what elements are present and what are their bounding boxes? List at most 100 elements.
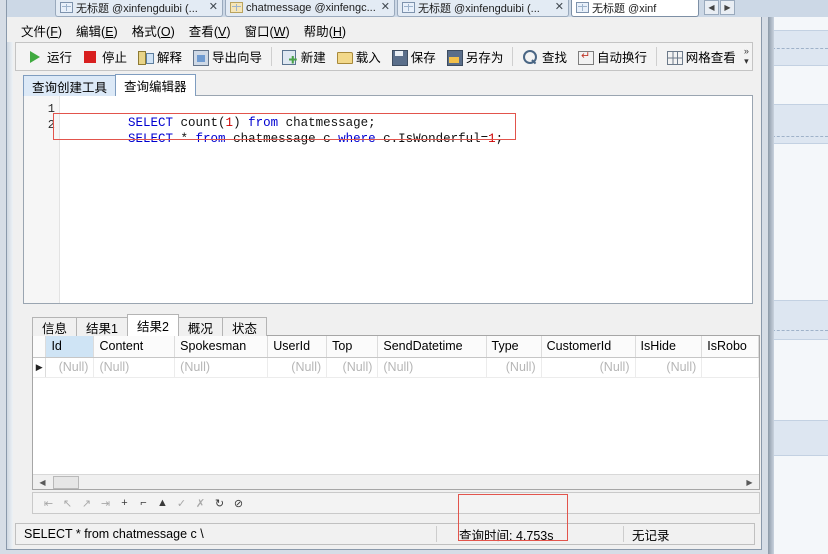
record-navigation-toolbar: ⇤ ↖ ↗ ⇥ + ⌐ ▲ ✓ ✗ ↻ ⊘ [32, 492, 760, 514]
load-icon [336, 49, 353, 65]
query-editor-window: 无标题 @xinfengduibi (... ✕ chatmessage @xi… [6, 0, 828, 550]
cell-spokesman[interactable]: (Null) [174, 357, 269, 378]
main-toolbar: 运行 停止 解释 导出向导 新建 载入 保存 另存为 查找 ↵ 自动换行 网格查… [15, 42, 753, 71]
toolbar-separator [656, 47, 657, 66]
find-button[interactable]: 查找 [517, 44, 572, 69]
cell-top[interactable]: (Null) [326, 357, 379, 378]
sql-code-line-2[interactable]: SELECT * from chatmessage c where c.IsWo… [68, 118, 503, 160]
close-icon[interactable]: ✕ [381, 2, 390, 13]
close-icon[interactable]: ✕ [209, 2, 218, 13]
cell-userid[interactable]: (Null) [267, 357, 328, 378]
scroll-left-arrow-icon[interactable]: ◀ [35, 475, 50, 489]
column-header-customerid[interactable]: CustomerId [541, 336, 636, 358]
stop-button[interactable]: 停止 [77, 44, 132, 69]
column-header-ishide[interactable]: IsHide [635, 336, 703, 358]
result-tab-status[interactable]: 状态 [221, 317, 267, 336]
line-number: 1 [47, 102, 55, 116]
toolbar-overflow-button[interactable]: » ▾ [741, 43, 752, 70]
column-header-top[interactable]: Top [326, 336, 379, 358]
load-button[interactable]: 载入 [331, 44, 386, 69]
menu-file[interactable]: 文件(F) [21, 19, 71, 42]
column-header-type[interactable]: Type [486, 336, 542, 358]
run-button[interactable]: 运行 [22, 44, 77, 69]
stop-button-label: 停止 [102, 51, 128, 65]
first-record-icon[interactable]: ⇤ [39, 494, 58, 512]
table-header-row: Id Content Spokesman UserId Top SendDate… [33, 336, 759, 358]
result-table: Id Content Spokesman UserId Top SendDate… [33, 336, 759, 378]
cell-customerid[interactable]: (Null) [541, 357, 636, 378]
menu-help[interactable]: 帮助(H) [304, 19, 355, 42]
cell-isrobot[interactable] [701, 357, 759, 378]
column-header-id[interactable]: Id [45, 336, 95, 358]
menu-edit[interactable]: 编辑(E) [76, 19, 127, 42]
tab-query-editor[interactable]: 查询编辑器 [115, 74, 196, 96]
scroll-right-arrow-icon[interactable]: ▶ [742, 475, 757, 489]
sql-token: SELECT [128, 132, 174, 146]
query-icon [230, 2, 243, 13]
document-tab-label: chatmessage @xinfengc... [246, 1, 376, 14]
result-tabs: 信息 结果1 结果2 概况 状态 [32, 314, 267, 336]
sql-editor[interactable]: 1 2 SELECT count(1) from chatmessage; SE… [23, 95, 753, 304]
grid-horizontal-scrollbar[interactable]: ◀ ▶ [33, 474, 759, 489]
background-window-edge [768, 0, 774, 554]
column-header-senddatetime[interactable]: SendDatetime [377, 336, 487, 358]
tab-query-builder[interactable]: 查询创建工具 [23, 75, 117, 96]
status-query-text: SELECT * from chatmessage c \ [24, 527, 204, 541]
column-header-content[interactable]: Content [93, 336, 176, 358]
grid-view-button[interactable]: 网格查看 [661, 44, 741, 69]
document-tab-1[interactable]: chatmessage @xinfengc... ✕ [225, 0, 395, 17]
document-tabstrip: 无标题 @xinfengduibi (... ✕ chatmessage @xi… [7, 0, 828, 17]
result-tab-result1[interactable]: 结果1 [76, 317, 128, 336]
scrollbar-thumb[interactable] [53, 476, 79, 489]
cell-ishide[interactable]: (Null) [635, 357, 703, 378]
previous-record-icon[interactable]: ↖ [58, 494, 77, 512]
grid-view-icon [666, 49, 683, 65]
cell-id[interactable]: (Null) [45, 357, 95, 378]
document-tab-3-active[interactable]: 无标题 @xinf [571, 0, 699, 17]
cell-senddatetime[interactable]: (Null) [377, 357, 487, 378]
save-button[interactable]: 保存 [386, 44, 441, 69]
tab-scroll-prev-button[interactable]: ◀ [704, 0, 719, 15]
status-query-time: 查询时间: 4.753s [459, 528, 554, 543]
row-selector[interactable]: ▶ [33, 357, 47, 378]
grid-viewport: Id Content Spokesman UserId Top SendDate… [33, 336, 759, 489]
new-button[interactable]: 新建 [276, 44, 331, 69]
apply-change-icon[interactable]: ▲ [153, 494, 172, 512]
add-record-icon[interactable]: + [115, 494, 134, 512]
new-button-label: 新建 [300, 51, 326, 65]
confirm-edit-icon[interactable]: ✓ [172, 494, 191, 512]
tab-scroll-next-button[interactable]: ▶ [720, 0, 735, 15]
document-tab-2[interactable]: 无标题 @xinfengduibi (... ✕ [397, 0, 569, 17]
result-grid[interactable]: Id Content Spokesman UserId Top SendDate… [32, 335, 760, 490]
delete-record-icon[interactable]: ⌐ [134, 494, 153, 512]
refresh-icon[interactable]: ↻ [210, 494, 229, 512]
background-window[interactable] [768, 0, 828, 554]
document-tab-0[interactable]: 无标题 @xinfengduibi (... ✕ [55, 0, 223, 17]
save-as-button[interactable]: 另存为 [441, 44, 509, 69]
export-wizard-icon [192, 49, 210, 66]
column-header-userid[interactable]: UserId [267, 336, 328, 358]
close-icon[interactable]: ✕ [555, 2, 564, 13]
sql-token: c.IsWonderful= [375, 132, 489, 146]
next-record-icon[interactable]: ↗ [77, 494, 96, 512]
word-wrap-button[interactable]: 自动换行 [572, 44, 652, 69]
menu-window[interactable]: 窗口(W) [245, 19, 299, 42]
screen-root: 无标题 @xinfengduibi (... ✕ chatmessage @xi… [0, 0, 828, 554]
column-header-isrobot[interactable]: IsRobo [701, 336, 759, 358]
cell-type[interactable]: (Null) [486, 357, 542, 378]
cell-content[interactable]: (Null) [93, 357, 176, 378]
last-record-icon[interactable]: ⇥ [96, 494, 115, 512]
toolbar-separator [271, 47, 272, 66]
menu-view[interactable]: 查看(V) [189, 19, 240, 42]
export-wizard-button[interactable]: 导出向导 [187, 44, 267, 69]
result-tab-info[interactable]: 信息 [32, 317, 78, 336]
explain-button-label: 解释 [157, 51, 183, 65]
result-tab-profile[interactable]: 概况 [177, 317, 223, 336]
column-header-spokesman[interactable]: Spokesman [174, 336, 269, 358]
explain-button[interactable]: 解释 [132, 44, 187, 69]
table-row[interactable]: ▶ (Null) (Null) (Null) (Null) (Null) (Nu… [33, 357, 759, 378]
menu-format[interactable]: 格式(O) [132, 19, 184, 42]
cancel-edit-icon[interactable]: ✗ [191, 494, 210, 512]
result-tab-result2[interactable]: 结果2 [126, 314, 179, 336]
stop-loading-icon[interactable]: ⊘ [229, 494, 248, 512]
